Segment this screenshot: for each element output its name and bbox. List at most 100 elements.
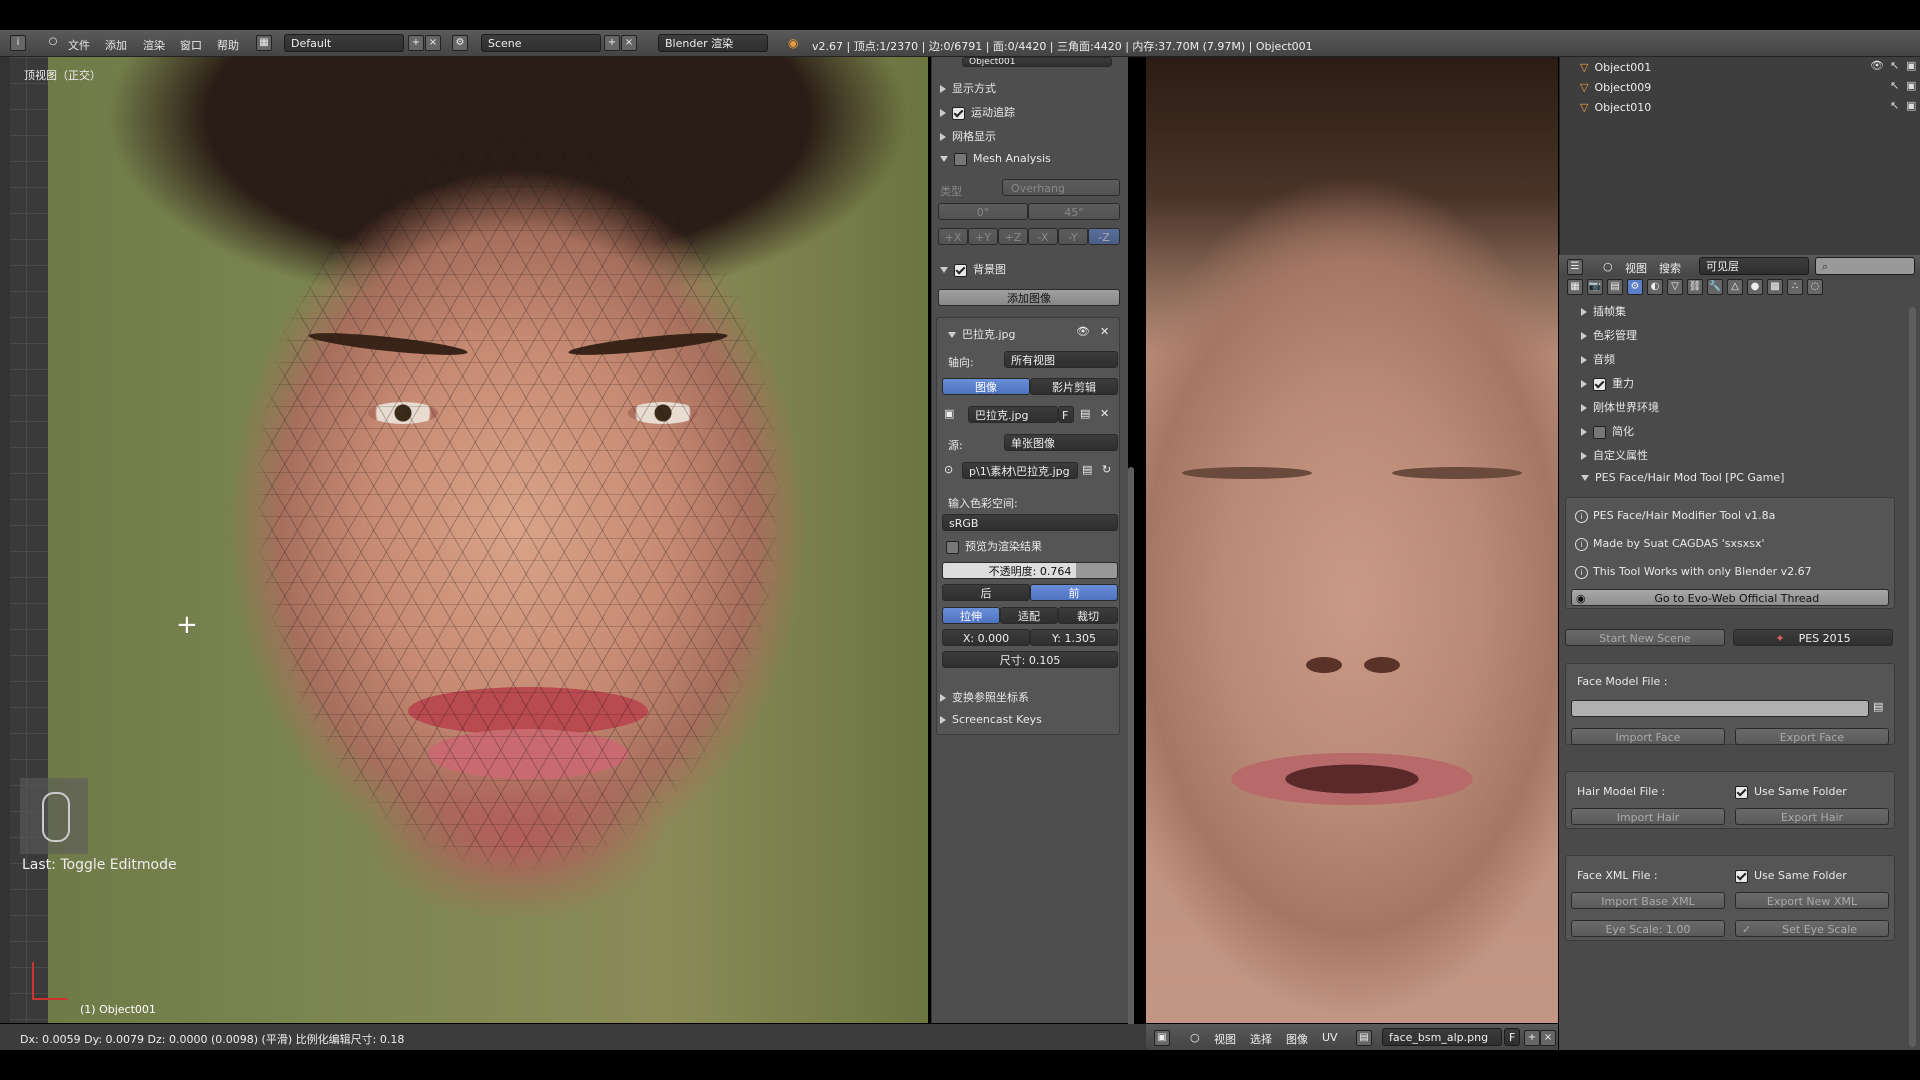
object-name-field[interactable]: Object001: [962, 57, 1112, 67]
menu-window[interactable]: 窗口: [180, 37, 202, 53]
set-eye-scale-button[interactable]: ✓ Set Eye Scale: [1735, 920, 1889, 937]
image-browse-icon[interactable]: ▣: [944, 407, 954, 420]
remove-layout-icon[interactable]: ×: [425, 35, 441, 51]
section-transform-orientations[interactable]: 变换参照坐标系: [940, 689, 1029, 705]
face-model-path-field[interactable]: [1571, 700, 1869, 717]
ie-menu-uv[interactable]: UV: [1322, 1031, 1338, 1044]
collapse-icon[interactable]: ○: [1603, 260, 1613, 273]
outliner-item[interactable]: ▽ Object009: [1580, 79, 1651, 97]
layout-screen-icon[interactable]: ▦: [256, 35, 272, 51]
select-arrow-icon[interactable]: ↖: [1890, 59, 1899, 72]
eye-visibility-icon[interactable]: 👁: [1076, 325, 1090, 338]
simplify-checkbox[interactable]: [1593, 425, 1606, 439]
image-browse-icon[interactable]: ▤: [1356, 1030, 1372, 1046]
section-audio[interactable]: 音频: [1581, 351, 1615, 367]
fit-button[interactable]: 适配: [1000, 607, 1058, 624]
hair-same-folder-checkbox[interactable]: [1735, 785, 1748, 799]
browse-file-icon[interactable]: ▤: [1082, 463, 1092, 476]
section-background-images[interactable]: 背景图: [940, 261, 1006, 277]
axis-pos-z-button[interactable]: +Z: [998, 228, 1028, 245]
colorspace-dropdown[interactable]: sRGB: [942, 514, 1118, 531]
material-tab-icon[interactable]: ●: [1747, 279, 1763, 295]
add-scene-icon[interactable]: +: [604, 35, 620, 51]
motion-checkbox[interactable]: [952, 106, 965, 120]
offset-x-field[interactable]: X: 0.000: [942, 629, 1030, 646]
export-hair-button[interactable]: Export Hair: [1735, 808, 1889, 825]
outliner-item[interactable]: ▽ Object001: [1580, 59, 1651, 77]
import-hair-button[interactable]: Import Hair: [1571, 808, 1725, 825]
back-button[interactable]: 后: [942, 584, 1030, 601]
open-image-icon[interactable]: ▤: [1080, 407, 1090, 420]
opacity-slider[interactable]: 不透明度: 0.764: [942, 562, 1118, 579]
hair-use-same-folder[interactable]: Use Same Folder: [1735, 785, 1847, 799]
scene-tab-icon[interactable]: ⚙: [1627, 279, 1643, 295]
scene-icon[interactable]: ⚙: [452, 35, 468, 51]
select-arrow-icon[interactable]: ↖: [1890, 99, 1899, 112]
section-pes-tool[interactable]: PES Face/Hair Mod Tool [PC Game]: [1581, 471, 1784, 484]
angle-max-field[interactable]: 45°: [1028, 203, 1120, 220]
image-fake-user[interactable]: F: [1504, 1028, 1520, 1046]
section-screencast-keys[interactable]: Screencast Keys: [940, 713, 1042, 726]
image-name-field[interactable]: face_bsm_alp.png: [1382, 1028, 1502, 1046]
stretch-button[interactable]: 拉伸: [942, 607, 1000, 624]
mesh-analysis-checkbox[interactable]: [954, 152, 967, 166]
ie-menu-image[interactable]: 图像: [1286, 1031, 1308, 1047]
section-motion-tracking[interactable]: 运动追踪: [940, 104, 1015, 120]
add-image-button[interactable]: 添加图像: [938, 289, 1120, 306]
properties-scrollbar[interactable]: [1909, 307, 1916, 1047]
ie-menu-select[interactable]: 选择: [1250, 1031, 1272, 1047]
size-field[interactable]: 尺寸: 0.105: [942, 651, 1118, 668]
section-mesh-display[interactable]: 网格显示: [940, 128, 996, 144]
section-display[interactable]: 显示方式: [940, 80, 996, 96]
outliner-menu-view[interactable]: 视图: [1625, 260, 1647, 276]
render-camera-icon[interactable]: ▣: [1906, 79, 1916, 92]
section-custom-properties[interactable]: 自定义属性: [1581, 447, 1648, 463]
section-color-management[interactable]: 色彩管理: [1581, 327, 1637, 343]
unlink-image-icon[interactable]: ×: [1540, 1030, 1556, 1046]
pack-image-icon[interactable]: ⊙: [944, 463, 953, 476]
physics-tab-icon[interactable]: ◌: [1807, 279, 1823, 295]
render-preview-checkbox[interactable]: [946, 540, 959, 554]
image-datablock-field[interactable]: 巴拉克.jpg: [968, 406, 1058, 423]
render-camera-icon[interactable]: ▣: [1906, 99, 1916, 112]
npanel-scrollbar[interactable]: [1128, 467, 1134, 1027]
select-arrow-icon[interactable]: ↖: [1890, 79, 1899, 92]
eye-scale-field[interactable]: Eye Scale: 1.00: [1571, 920, 1725, 937]
import-face-button[interactable]: Import Face: [1571, 728, 1725, 745]
texture-tab-icon[interactable]: ▩: [1767, 279, 1783, 295]
world-tab-icon[interactable]: ◐: [1647, 279, 1663, 295]
xml-same-folder-checkbox[interactable]: [1735, 869, 1748, 883]
import-base-xml-button[interactable]: Import Base XML: [1571, 892, 1725, 909]
export-face-button[interactable]: Export Face: [1735, 728, 1889, 745]
background-checkbox[interactable]: [954, 263, 967, 277]
3d-viewport[interactable]: +: [0, 57, 928, 1023]
remove-image-icon[interactable]: ✕: [1100, 325, 1109, 338]
particles-tab-icon[interactable]: ∴: [1787, 279, 1803, 295]
tab-movie-clip[interactable]: 影片剪辑: [1030, 378, 1118, 395]
render-tab-icon[interactable]: 📷: [1587, 279, 1603, 295]
section-keying-sets[interactable]: 插帧集: [1581, 303, 1626, 319]
bg-image-header[interactable]: 巴拉克.jpg: [948, 326, 1016, 342]
section-gravity[interactable]: 重力: [1581, 375, 1634, 391]
object-tab-icon[interactable]: ▽: [1667, 279, 1683, 295]
display-mode-dropdown[interactable]: 可见层: [1699, 257, 1809, 275]
collapse-icon[interactable]: ○: [1190, 1031, 1200, 1044]
reload-icon[interactable]: ↻: [1102, 463, 1111, 476]
modifiers-tab-icon[interactable]: 🔧: [1707, 279, 1723, 295]
ie-menu-view[interactable]: 视图: [1214, 1031, 1236, 1047]
section-rigid-body-world[interactable]: 刚体世界环境: [1581, 399, 1659, 415]
filepath-field[interactable]: p\1\素材\巴拉克.jpg: [962, 462, 1078, 479]
xml-use-same-folder[interactable]: Use Same Folder: [1735, 869, 1847, 883]
render-camera-icon[interactable]: ▣: [1906, 59, 1916, 72]
3d-cursor-icon[interactable]: +: [176, 612, 198, 638]
remove-scene-icon[interactable]: ×: [621, 35, 637, 51]
pes-version-dropdown[interactable]: ✦ PES 2015: [1733, 629, 1893, 646]
evo-web-thread-button[interactable]: ◉ Go to Evo-Web Official Thread: [1571, 589, 1889, 606]
type-dropdown[interactable]: Overhang: [1002, 179, 1120, 196]
unlink-image-icon[interactable]: ✕: [1100, 407, 1109, 420]
render-engine-dropdown[interactable]: Blender 渲染: [658, 34, 768, 52]
tool-shelf-edge[interactable]: [0, 57, 10, 1023]
crop-button[interactable]: 裁切: [1058, 607, 1118, 624]
render-layers-tab-icon[interactable]: ▤: [1607, 279, 1623, 295]
axis-neg-y-button[interactable]: -Y: [1058, 228, 1088, 245]
